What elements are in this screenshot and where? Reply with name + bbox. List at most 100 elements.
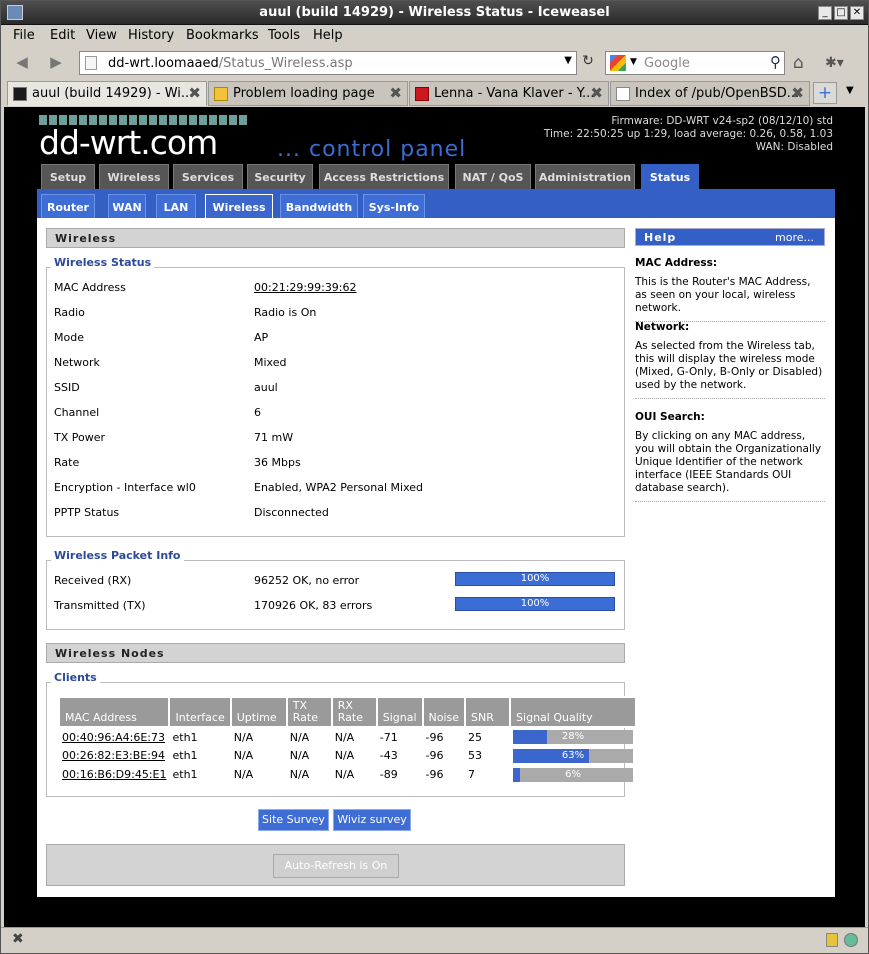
browser-tab-4[interactable]: Index of /pub/OpenBSD... ✖ bbox=[610, 81, 810, 106]
client-uptime: N/A bbox=[233, 730, 254, 744]
stop-icon[interactable]: ✖ bbox=[12, 931, 24, 947]
back-icon[interactable]: ◀ bbox=[11, 53, 33, 73]
reload-icon[interactable]: ↻ bbox=[578, 53, 598, 73]
label-mode: Mode bbox=[54, 331, 84, 344]
url-dropdown-icon[interactable]: ▼ bbox=[564, 55, 572, 66]
wan-status: WAN: Disabled bbox=[755, 141, 833, 153]
subtab-bandwidth[interactable]: Bandwidth bbox=[280, 194, 358, 218]
col-mac[interactable]: MAC Address bbox=[57, 696, 171, 728]
subtab-sys-info[interactable]: Sys-Info bbox=[363, 194, 425, 218]
col-interface[interactable]: Interface bbox=[168, 696, 232, 728]
client-tx-rate: N/A bbox=[289, 749, 310, 762]
help-more-link[interactable]: more... bbox=[775, 231, 814, 244]
rx-progress-bar: 100% bbox=[455, 572, 615, 586]
tab-nat-qos[interactable]: NAT / QoS bbox=[455, 164, 531, 189]
subtab-router[interactable]: Router bbox=[41, 194, 95, 218]
col-signal-quality[interactable]: Signal Quality bbox=[509, 696, 638, 728]
label-encryption: Encryption - Interface wl0 bbox=[54, 481, 196, 494]
subtab-wireless[interactable]: Wireless bbox=[205, 194, 273, 218]
menu-tools[interactable]: Tools bbox=[268, 28, 300, 43]
page-icon bbox=[85, 56, 97, 70]
value-mac-link[interactable]: 00:21:29:99:39:62 bbox=[254, 281, 357, 294]
col-rx-rate[interactable]: RX Rate bbox=[330, 696, 378, 728]
col-uptime[interactable]: Uptime bbox=[229, 696, 288, 728]
security-status-icon[interactable] bbox=[844, 933, 858, 947]
client-signal: -71 bbox=[379, 730, 398, 744]
menu-history[interactable]: History bbox=[128, 28, 174, 43]
signal-quality-bar: 63% bbox=[513, 748, 634, 763]
warning-icon bbox=[214, 87, 228, 101]
google-icon[interactable] bbox=[610, 55, 626, 71]
table-row: 00:40:96:A4:6E:73 eth1 N/A N/A N/A -71 -… bbox=[59, 727, 636, 746]
addon-icon[interactable]: ✱▾ bbox=[825, 55, 844, 71]
col-tx-rate[interactable]: TX Rate bbox=[285, 696, 333, 728]
close-icon[interactable]: ✕ bbox=[850, 6, 864, 20]
help-item-title: MAC Address: bbox=[635, 257, 718, 269]
tab-status[interactable]: Status bbox=[641, 164, 699, 189]
forward-icon[interactable]: ▶ bbox=[45, 53, 67, 73]
page-viewport: dd-wrt.com ... control panel Firmware: D… bbox=[4, 107, 865, 927]
tab-list-icon[interactable]: ▼ bbox=[846, 85, 854, 96]
new-tab-icon[interactable]: + bbox=[813, 82, 837, 104]
subtab-wan[interactable]: WAN bbox=[108, 194, 146, 218]
minimize-icon[interactable]: _ bbox=[818, 6, 832, 20]
col-snr[interactable]: SNR bbox=[464, 696, 512, 728]
client-noise: -96 bbox=[425, 730, 444, 744]
browser-tab-label: Index of /pub/OpenBSD... bbox=[635, 86, 800, 101]
maximize-icon[interactable]: □ bbox=[834, 6, 848, 20]
value-tx: 170926 OK, 83 errors bbox=[254, 599, 373, 612]
ddwrt-logo: dd-wrt.com bbox=[39, 123, 218, 162]
col-noise[interactable]: Noise bbox=[421, 696, 467, 728]
control-panel-title: ... control panel bbox=[277, 137, 467, 162]
menu-view[interactable]: View bbox=[86, 28, 117, 43]
help-header: Help more... bbox=[635, 228, 825, 246]
table-row: 00:26:82:E3:BE:94 eth1 N/A N/A N/A -43 -… bbox=[59, 746, 636, 765]
search-box[interactable]: ▼ Google ⚲ bbox=[605, 51, 785, 75]
url-bar[interactable]: dd-wrt.loomaaed/Status_Wireless.asp ▼ bbox=[79, 51, 577, 75]
firmware-info: Firmware: DD-WRT v24-sp2 (08/12/10) std … bbox=[544, 115, 833, 154]
subtab-lan[interactable]: LAN bbox=[156, 194, 196, 218]
menu-file[interactable]: File bbox=[13, 28, 35, 43]
page-icon bbox=[616, 87, 630, 101]
label-radio: Radio bbox=[54, 306, 85, 319]
tab-close-icon[interactable]: ✖ bbox=[590, 84, 603, 102]
help-item-mac: MAC Address: This is the Router's MAC Ad… bbox=[635, 257, 825, 322]
tab-access-restrictions[interactable]: Access Restrictions bbox=[319, 164, 449, 189]
label-ssid: SSID bbox=[54, 381, 80, 394]
browser-tab-3[interactable]: Lenna - Vana Klaver - Y... ✖ bbox=[409, 81, 609, 106]
value-ssid: auul bbox=[254, 381, 278, 394]
tab-strip: auul (build 14929) - Wi... ✖ Problem loa… bbox=[1, 79, 868, 107]
search-engine-dropdown-icon[interactable]: ▼ bbox=[630, 57, 637, 67]
client-mac-link[interactable]: 00:16:B6:D9:45:E1 bbox=[59, 765, 169, 784]
addon-status-icon[interactable] bbox=[826, 933, 838, 947]
wiviz-survey-button[interactable]: Wiviz survey bbox=[333, 809, 411, 831]
window-title: auul (build 14929) - Wireless Status - I… bbox=[259, 5, 610, 20]
menu-edit[interactable]: Edit bbox=[50, 28, 75, 43]
tab-close-icon[interactable]: ✖ bbox=[389, 84, 402, 102]
client-mac-link[interactable]: 00:40:96:A4:6E:73 bbox=[59, 727, 169, 746]
signal-quality-bar: 6% bbox=[513, 767, 634, 782]
tab-security[interactable]: Security bbox=[247, 164, 313, 189]
client-uptime: N/A bbox=[233, 749, 254, 762]
search-icon[interactable]: ⚲ bbox=[770, 53, 781, 71]
help-item-text: As selected from the Wireless tab, this … bbox=[635, 340, 823, 391]
tab-close-icon[interactable]: ✖ bbox=[791, 84, 804, 102]
firmware-version: Firmware: DD-WRT v24-sp2 (08/12/10) std bbox=[611, 115, 833, 127]
col-signal[interactable]: Signal bbox=[375, 696, 424, 728]
browser-window: auul (build 14929) - Wireless Status - I… bbox=[0, 0, 869, 954]
tab-wireless[interactable]: Wireless bbox=[99, 164, 169, 189]
site-survey-button[interactable]: Site Survey bbox=[258, 809, 329, 831]
auto-refresh-button[interactable]: Auto-Refresh is On bbox=[273, 854, 399, 878]
browser-tab-1[interactable]: auul (build 14929) - Wi... ✖ bbox=[7, 81, 207, 106]
client-rx-rate: N/A bbox=[334, 768, 355, 781]
tab-setup[interactable]: Setup bbox=[41, 164, 95, 189]
tab-services[interactable]: Services bbox=[173, 164, 243, 189]
tab-close-icon[interactable]: ✖ bbox=[188, 84, 201, 102]
menu-bookmarks[interactable]: Bookmarks bbox=[186, 28, 259, 43]
tab-administration[interactable]: Administration bbox=[535, 164, 635, 189]
client-mac-link[interactable]: 00:26:82:E3:BE:94 bbox=[59, 746, 169, 765]
home-icon[interactable]: ⌂ bbox=[793, 53, 804, 73]
menu-help[interactable]: Help bbox=[313, 28, 343, 43]
auto-refresh-panel: Auto-Refresh is On bbox=[46, 844, 625, 886]
browser-tab-2[interactable]: Problem loading page ✖ bbox=[208, 81, 408, 106]
